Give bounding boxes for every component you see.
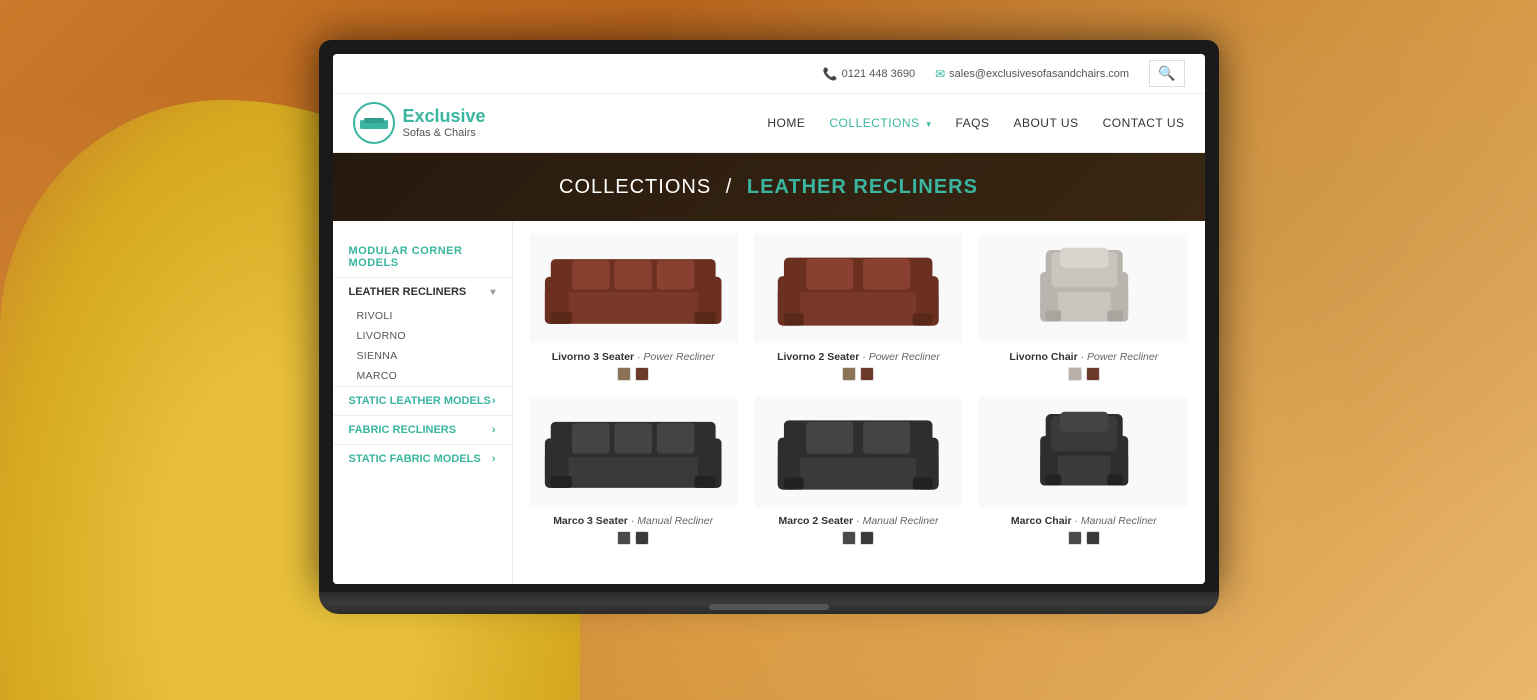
- livorno-3-seater-name: Livorno 3 Seater · Power Recliner: [529, 351, 738, 363]
- website-screen: 📞 0121 448 3690 ✉ sales@exclusivesofasan…: [333, 54, 1205, 584]
- sidebar-marco[interactable]: MARCO: [333, 366, 512, 386]
- email-contact: ✉ sales@exclusivesofasandchairs.com: [935, 67, 1129, 81]
- breadcrumb-parent: COLLECTIONS: [559, 176, 711, 198]
- logo-area[interactable]: Exclusive Sofas & Chairs: [353, 102, 486, 144]
- swatch-brown: [1086, 367, 1100, 381]
- swatch-dark1: [842, 531, 856, 545]
- laptop-bezel: 📞 0121 448 3690 ✉ sales@exclusivesofasan…: [319, 40, 1219, 592]
- breadcrumb-separator: /: [726, 176, 739, 198]
- breadcrumb: COLLECTIONS / LEATHER RECLINERS: [559, 176, 978, 199]
- sidebar-static-fabric-label: STATIC FABRIC MODELS: [349, 453, 481, 465]
- laptop-base: [319, 592, 1219, 614]
- main-nav: HOME COLLECTIONS ▾ FAQS ABOUT US CONTACT…: [767, 116, 1184, 130]
- product-marco-chair[interactable]: Marco Chair · Manual Recliner: [979, 397, 1188, 545]
- nav-collections[interactable]: COLLECTIONS ▾: [829, 116, 931, 130]
- sidebar-static-leather-arrow: ›: [492, 395, 496, 407]
- site-header-top: 📞 0121 448 3690 ✉ sales@exclusivesofasan…: [333, 54, 1205, 94]
- sidebar-leather-recliners-section: LEATHER RECLINERS ▾ RIVOLI LIVORNO SIENN…: [333, 277, 512, 386]
- laptop-wrapper: 📞 0121 448 3690 ✉ sales@exclusivesofasan…: [319, 40, 1219, 614]
- swatch-dark1: [1068, 531, 1082, 545]
- sidebar-rivoli[interactable]: RIVOLI: [333, 306, 512, 326]
- livorno-chair-img: [979, 233, 1188, 343]
- sidebar-leather-recliners-header[interactable]: LEATHER RECLINERS ▾: [333, 278, 512, 306]
- logo-brand: Exclusive: [403, 106, 486, 128]
- breadcrumb-current: LEATHER RECLINERS: [747, 176, 978, 198]
- sidebar-modular-corner[interactable]: MODULAR CORNER MODELS: [333, 237, 512, 277]
- livorno-chair-name: Livorno Chair · Power Recliner: [979, 351, 1188, 363]
- swatch-brown: [635, 367, 649, 381]
- logo-subtitle: Sofas & Chairs: [403, 127, 486, 140]
- sidebar-static-leather-label: STATIC LEATHER MODELS: [349, 395, 491, 407]
- nav-home[interactable]: HOME: [767, 116, 805, 130]
- swatch-dark1: [617, 531, 631, 545]
- sidebar-sienna[interactable]: SIENNA: [333, 346, 512, 366]
- swatch-dark2: [635, 531, 649, 545]
- livorno-3-seater-img: [529, 233, 738, 343]
- sidebar-fabric-recliners-arrow: ›: [492, 424, 496, 436]
- swatch-dark2: [1086, 531, 1100, 545]
- email-icon: ✉: [935, 67, 945, 81]
- phone-icon: 📞: [823, 67, 838, 81]
- swatch-dark2: [860, 531, 874, 545]
- logo-circle: [353, 102, 395, 144]
- product-livorno-chair[interactable]: Livorno Chair · Power Recliner: [979, 233, 1188, 381]
- sidebar-static-leather[interactable]: STATIC LEATHER MODELS ›: [333, 386, 512, 415]
- nav-contact[interactable]: CONTACT US: [1103, 116, 1185, 130]
- sidebar-fabric-recliners-label: FABRIC RECLINERS: [349, 424, 457, 436]
- marco-2-seater-swatches: [754, 531, 963, 545]
- livorno-2-seater-name: Livorno 2 Seater · Power Recliner: [754, 351, 963, 363]
- sidebar-static-fabric[interactable]: STATIC FABRIC MODELS ›: [333, 444, 512, 473]
- product-marco-2-seater[interactable]: Marco 2 Seater · Manual Recliner: [754, 397, 963, 545]
- livorno-3-seater-swatches: [529, 367, 738, 381]
- search-button[interactable]: 🔍: [1149, 60, 1184, 87]
- swatch-tan: [842, 367, 856, 381]
- swatch-brown: [860, 367, 874, 381]
- logo-sofa-icon: [360, 115, 388, 131]
- sidebar: MODULAR CORNER MODELS LEATHER RECLINERS …: [333, 221, 513, 584]
- products-grid: Livorno 3 Seater · Power Recliner: [529, 233, 1189, 545]
- marco-3-seater-swatches: [529, 531, 738, 545]
- marco-chair-swatches: [979, 531, 1188, 545]
- marco-chair-name: Marco Chair · Manual Recliner: [979, 515, 1188, 527]
- sidebar-fabric-recliners[interactable]: FABRIC RECLINERS ›: [333, 415, 512, 444]
- sidebar-leather-recliners-arrow: ▾: [490, 287, 495, 298]
- nav-about[interactable]: ABOUT US: [1013, 116, 1078, 130]
- sidebar-static-fabric-arrow: ›: [492, 453, 496, 465]
- product-livorno-2-seater[interactable]: Livorno 2 Seater · Power Recliner: [754, 233, 963, 381]
- phone-contact: 📞 0121 448 3690: [823, 67, 915, 81]
- marco-2-seater-img: [754, 397, 963, 507]
- marco-2-seater-name: Marco 2 Seater · Manual Recliner: [754, 515, 963, 527]
- swatch-grey: [1068, 367, 1082, 381]
- phone-number: 0121 448 3690: [842, 68, 915, 80]
- sidebar-leather-recliners-label: LEATHER RECLINERS: [349, 286, 467, 298]
- nav-faqs[interactable]: FAQS: [955, 116, 989, 130]
- product-marco-3-seater[interactable]: Marco 3 Seater · Manual Recliner: [529, 397, 738, 545]
- sidebar-livorno[interactable]: LIVORNO: [333, 326, 512, 346]
- product-livorno-3-seater[interactable]: Livorno 3 Seater · Power Recliner: [529, 233, 738, 381]
- collections-dropdown-arrow: ▾: [926, 119, 931, 129]
- livorno-chair-swatches: [979, 367, 1188, 381]
- logo-text: Exclusive Sofas & Chairs: [403, 106, 486, 141]
- site-header-main: Exclusive Sofas & Chairs HOME COLLECTION…: [333, 94, 1205, 153]
- products-area: Livorno 3 Seater · Power Recliner: [513, 221, 1205, 584]
- hero-banner: COLLECTIONS / LEATHER RECLINERS: [333, 153, 1205, 221]
- email-address: sales@exclusivesofasandchairs.com: [949, 68, 1129, 80]
- livorno-2-seater-img: [754, 233, 963, 343]
- livorno-2-seater-swatches: [754, 367, 963, 381]
- marco-3-seater-img: [529, 397, 738, 507]
- swatch-tan: [617, 367, 631, 381]
- marco-chair-img: [979, 397, 1188, 507]
- main-content: MODULAR CORNER MODELS LEATHER RECLINERS …: [333, 221, 1205, 584]
- marco-3-seater-name: Marco 3 Seater · Manual Recliner: [529, 515, 738, 527]
